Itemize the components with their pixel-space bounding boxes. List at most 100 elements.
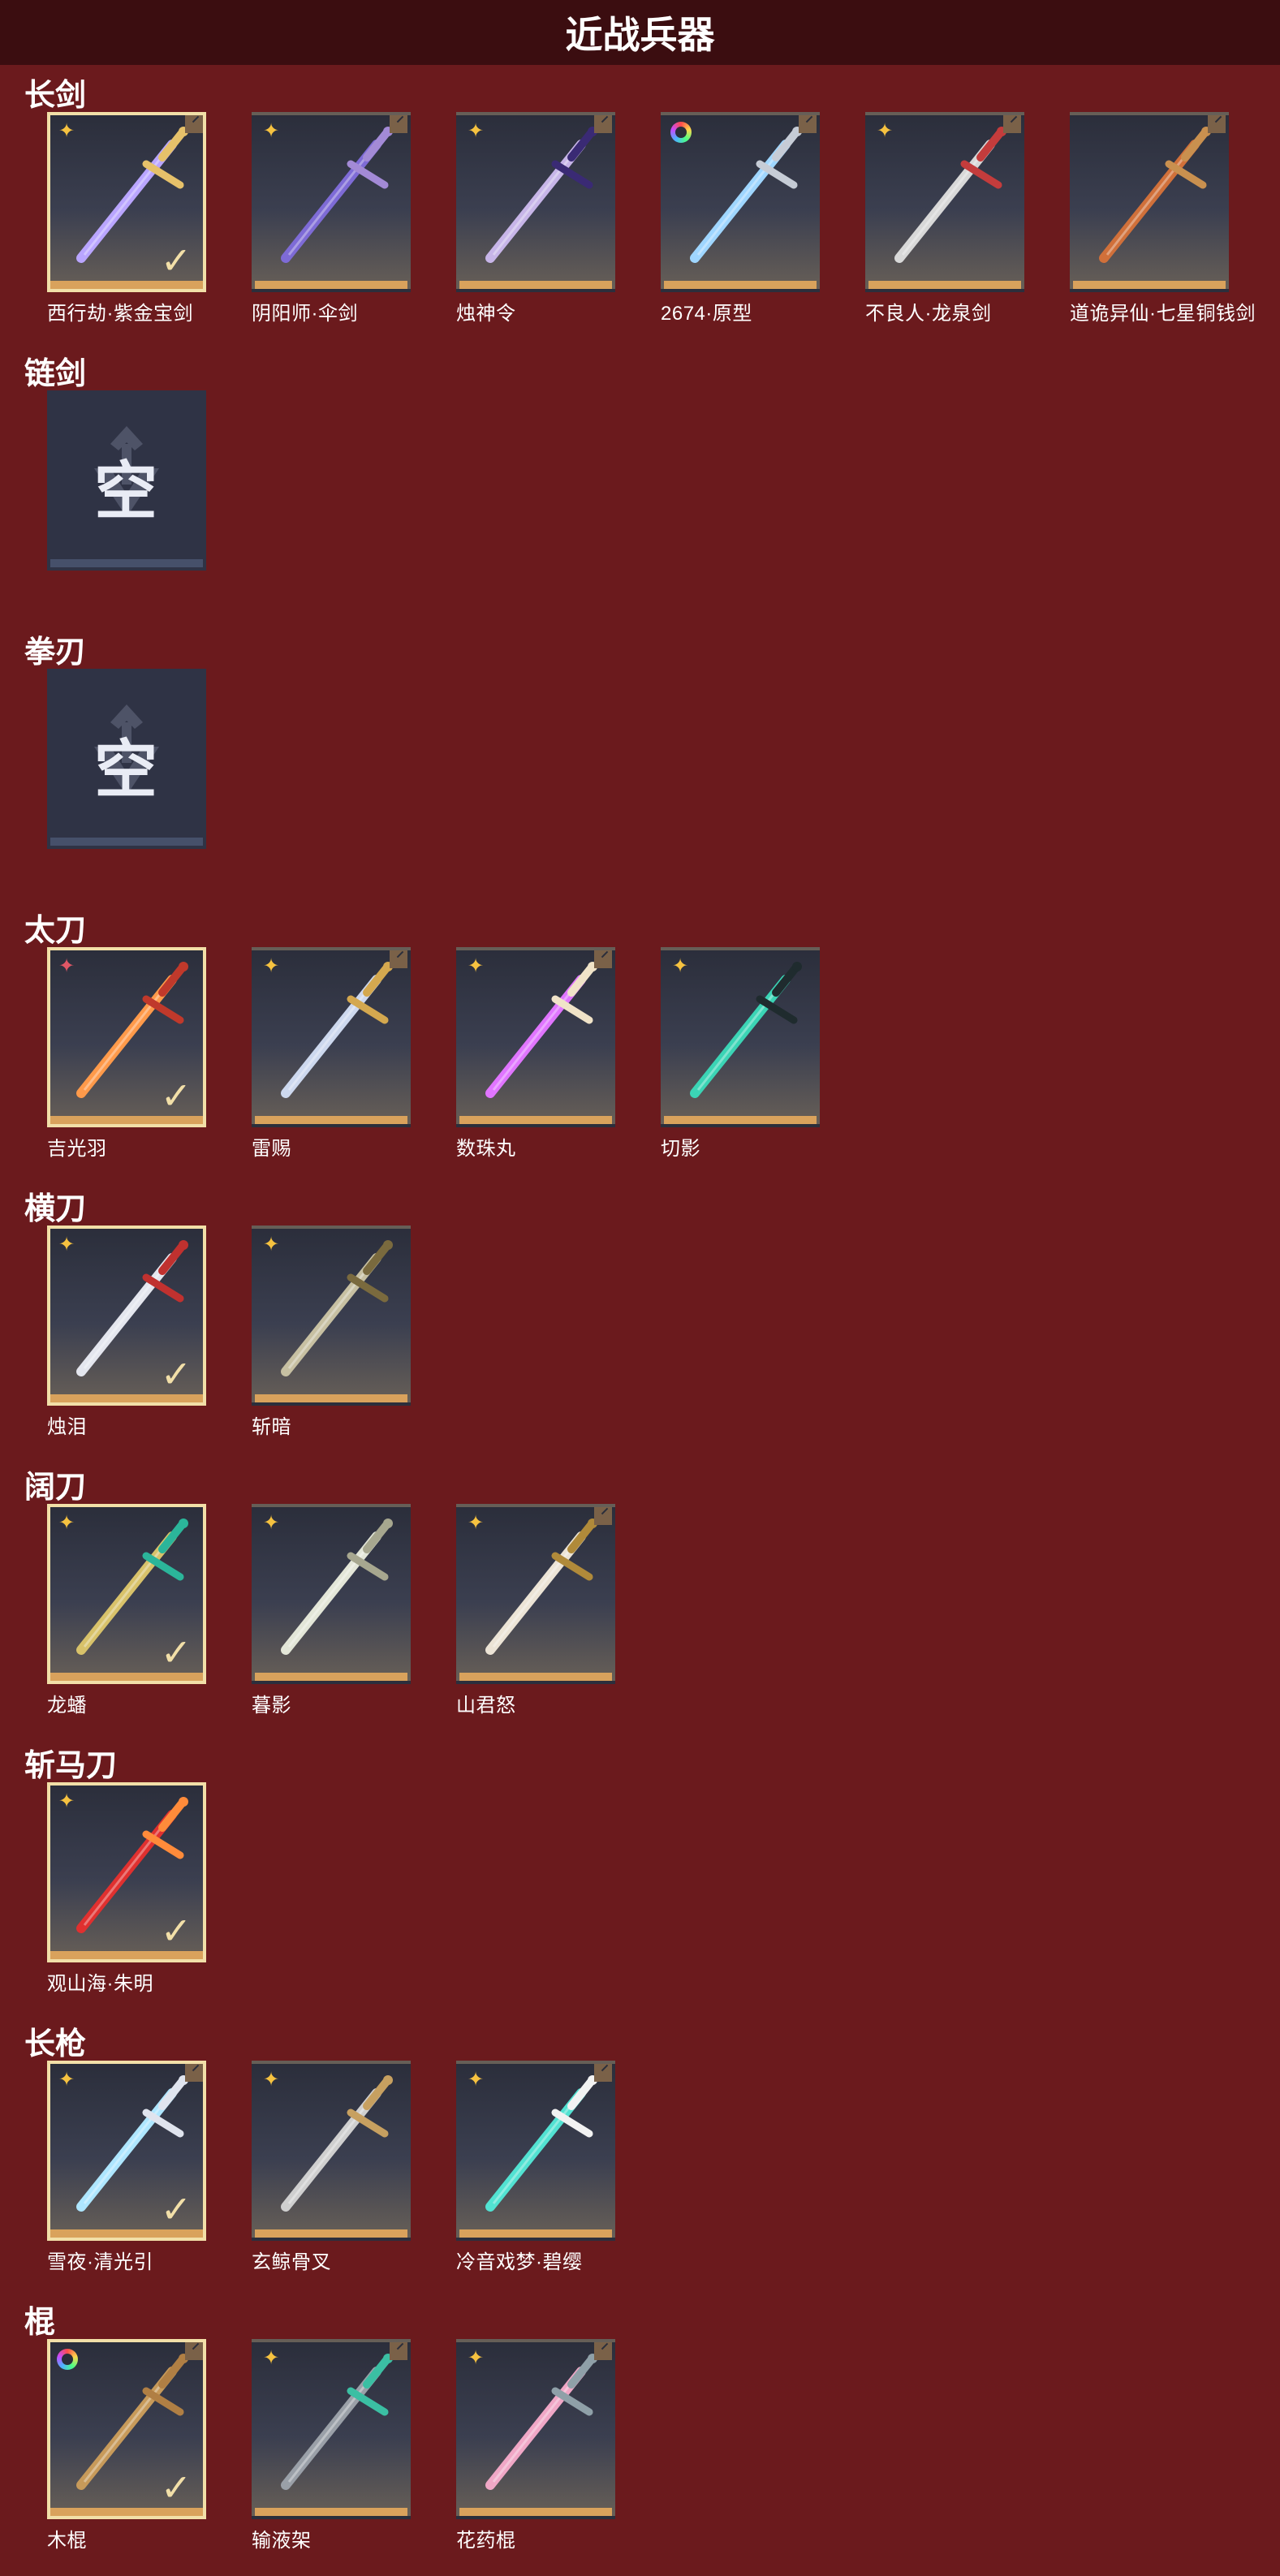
weapon-card[interactable]: ✦ [252,947,411,1127]
weapon-item[interactable]: ✦ 山君怒 [456,1504,615,1717]
four-point-star-icon: ✦ [58,1234,75,1256]
weapon-item[interactable]: ✦ 不良人·龙泉剑 [865,112,1024,325]
four-point-star-icon: ✦ [58,1790,75,1812]
weapon-image [1099,127,1211,263]
weapon-category-section: 链剑空 [0,343,1280,622]
weapon-card[interactable]: ✦ [252,1504,411,1684]
weapon-item[interactable]: ✓ 木棍 [47,2339,206,2552]
card-bottom-bar [255,2229,407,2238]
weapon-name: 玄鲸骨叉 [252,2251,331,2273]
weapon-item[interactable]: 空 [47,669,206,854]
page-title: 近战兵器 [0,0,1280,65]
weapon-card[interactable]: ✦ [456,2061,615,2241]
weapon-card[interactable]: ✦ [252,2061,411,2241]
corner-tag-icon [594,2064,612,2082]
checkmark-icon: ✓ [160,2466,192,2509]
weapon-card[interactable]: ✦ [252,2339,411,2519]
card-bottom-bar [664,281,817,289]
weapon-item[interactable]: ✦ 烛神令 [456,112,615,325]
corner-tag-icon [594,2342,612,2360]
weapon-name: 冷音戏梦·碧缨 [456,2251,583,2273]
four-point-star-icon: ✦ [262,1512,280,1534]
four-point-star-icon: ✦ [467,120,485,142]
checkmark-icon: ✓ [160,2188,192,2230]
card-bottom-bar [50,1951,203,1959]
empty-weapon-slot[interactable]: 空 [47,390,206,571]
weapon-card[interactable]: ✦ [456,112,615,292]
weapon-item[interactable]: ✦ 数珠丸 [456,947,615,1161]
weapon-item[interactable]: ✦ 花药棍 [456,2339,615,2552]
card-bottom-bar [1073,281,1226,289]
card-bottom-bar [50,1116,203,1124]
weapon-card[interactable]: ✦ [456,2339,615,2519]
weapon-item[interactable]: ✦ ✓ 观山海·朱明 [47,1782,206,1996]
four-point-star-icon: ✦ [262,120,280,142]
weapon-item[interactable]: ✦ 暮影 [252,1504,411,1717]
weapon-category-section: 斩马刀 ✦ ✓ 观山海·朱明 [0,1735,1280,2014]
corner-tag-icon [1208,115,1226,133]
weapon-item[interactable]: ✦ ✓ 烛泪 [47,1226,206,1439]
weapon-category-section: 横刀 ✦ ✓ 烛泪 ✦ 斩暗 [0,1178,1280,1457]
weapon-card[interactable]: ✦ [456,947,615,1127]
card-bottom-bar [255,1673,407,1681]
card-bottom-bar [50,559,203,567]
weapon-name: 斩暗 [252,1416,291,1438]
card-bottom-bar [255,281,407,289]
weapon-name: 道诡异仙·七星铜钱剑 [1070,303,1256,325]
weapon-card[interactable]: ✦ [865,112,1024,292]
card-bottom-bar [459,2508,612,2516]
card-bottom-bar [459,1673,612,1681]
card-bottom-bar [868,281,1021,289]
empty-weapon-slot[interactable]: 空 [47,669,206,849]
weapon-name: 观山海·朱明 [47,1973,153,1995]
card-bottom-bar [50,281,203,289]
weapon-card[interactable]: ✓ [47,2339,206,2519]
weapon-item[interactable]: 道诡异仙·七星铜钱剑 [1070,112,1256,325]
weapon-card[interactable]: ✦ [456,1504,615,1684]
weapon-image [690,127,802,263]
weapon-category-section: 阔刀 ✦ ✓ 龙蟠 ✦ 暮影 ✦ 山君怒 [0,1457,1280,1735]
weapon-card[interactable]: ✦ [252,1226,411,1406]
weapon-card[interactable] [1070,112,1229,292]
corner-tag-icon [390,2342,407,2360]
weapon-name: 数珠丸 [456,1138,516,1160]
weapon-card[interactable]: ✦ ✓ [47,947,206,1127]
weapon-card[interactable]: ✦ ✓ [47,112,206,292]
weapon-card[interactable]: ✦ ✓ [47,1504,206,1684]
category-title: 长剑 [24,79,87,113]
weapon-card[interactable]: ✦ ✓ [47,1226,206,1406]
checkmark-icon: ✓ [160,1631,192,1674]
weapon-item[interactable]: ✦ 输液架 [252,2339,411,2552]
weapon-item[interactable]: ✦ ✓ 龙蟠 [47,1504,206,1717]
weapon-item[interactable]: ✦ 雷赐 [252,947,411,1161]
weapon-item[interactable]: ✦ 玄鲸骨叉 [252,2061,411,2274]
weapon-item[interactable]: ✦ ✓ 西行劫·紫金宝剑 [47,112,206,325]
weapon-item[interactable]: ✦ ✓ 吉光羽 [47,947,206,1161]
weapon-item[interactable]: ✦ 切影 [661,947,820,1161]
corner-tag-icon [594,1507,612,1525]
weapon-item[interactable]: ✦ 阴阳师·伞剑 [252,112,411,325]
four-point-star-icon: ✦ [262,2347,280,2369]
four-point-star-icon: ✦ [671,955,689,977]
card-bottom-bar [459,1116,612,1124]
weapon-card[interactable]: ✦ ✓ [47,1782,206,1962]
checkmark-icon: ✓ [160,239,192,282]
weapon-item[interactable]: ✦ 冷音戏梦·碧缨 [456,2061,615,2274]
empty-slot-text: 空 [93,455,159,527]
weapon-card[interactable]: ✦ ✓ [47,2061,206,2241]
weapon-item[interactable]: ✦ ✓ 雪夜·清光引 [47,2061,206,2274]
empty-slot-text: 空 [93,734,159,805]
weapon-name: 切影 [661,1138,700,1160]
corner-tag-icon [594,115,612,133]
weapon-card[interactable] [661,112,820,292]
weapon-name: 输液架 [252,2530,312,2552]
four-point-star-icon: ✦ [262,955,280,977]
weapon-card[interactable]: ✦ [252,112,411,292]
weapon-item[interactable]: ✦ 斩暗 [252,1226,411,1439]
corner-tag-icon [594,950,612,968]
four-point-star-icon: ✦ [58,955,75,977]
weapon-card[interactable]: ✦ [661,947,820,1127]
weapon-item[interactable]: 空 [47,390,206,575]
weapon-name: 不良人·龙泉剑 [865,303,992,325]
weapon-item[interactable]: 2674·原型 [661,112,820,325]
